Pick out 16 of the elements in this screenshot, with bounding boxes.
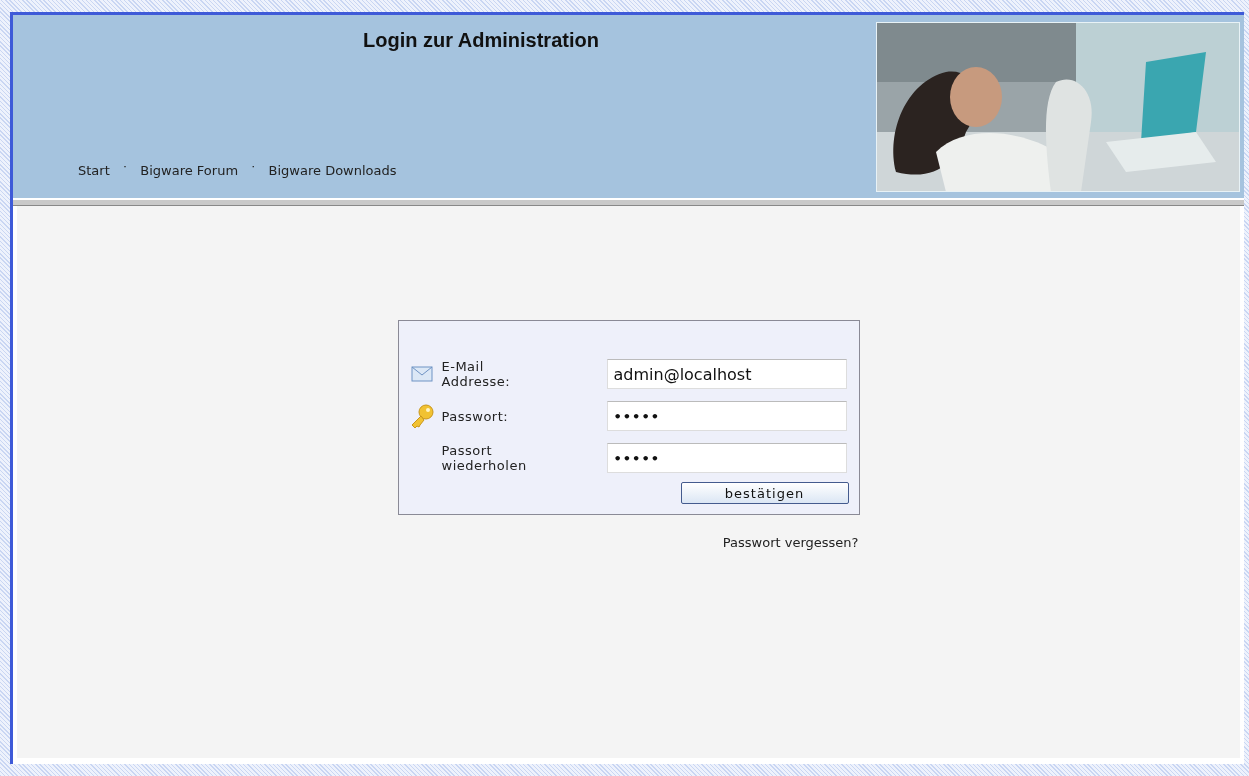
forgot-password-link[interactable]: Passwort vergessen?	[722, 535, 859, 550]
input-field[interactable]: •••••	[606, 401, 847, 431]
nav-link[interactable]: Start	[78, 163, 110, 178]
separator-dot: ˙	[121, 163, 129, 178]
input-field[interactable]: admin@localhost	[606, 359, 847, 389]
field-label: Passwort:	[440, 408, 510, 424]
key-icon	[409, 403, 435, 429]
confirm-button[interactable]: bestätigen	[680, 482, 849, 504]
separator-dot: ˙	[250, 163, 257, 178]
field-label: Passort wiederholen	[440, 443, 528, 473]
envelope-icon	[411, 366, 433, 382]
input-field[interactable]: •••••	[606, 443, 847, 473]
page-title: Login zur Administration	[363, 29, 600, 52]
field-label: E-Mail Addresse:	[440, 359, 512, 389]
nav-link[interactable]: Bigware Forum	[140, 163, 239, 178]
nav-link[interactable]: Bigware Downloads	[268, 163, 397, 178]
